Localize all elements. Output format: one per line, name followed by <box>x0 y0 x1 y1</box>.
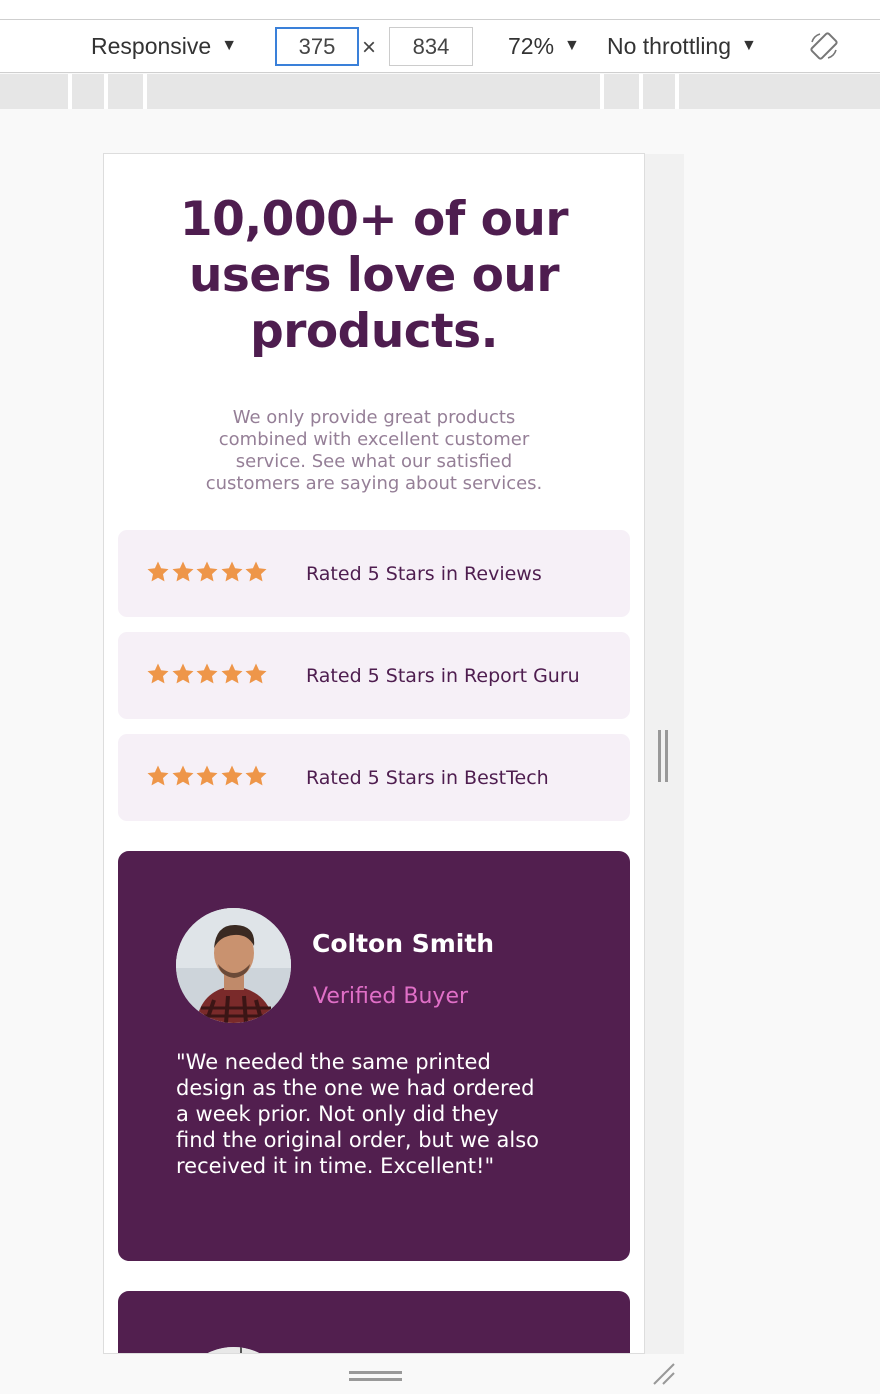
star-rating <box>146 662 269 686</box>
browser-top-strip <box>0 0 880 20</box>
page-title: 10,000+ of our users love our products. <box>104 192 644 360</box>
star-rating <box>146 764 269 788</box>
media-query-divider <box>639 74 643 109</box>
media-query-divider <box>68 74 72 109</box>
device-select[interactable]: Responsive ▼ <box>91 20 237 72</box>
star-icon <box>172 765 193 786</box>
chevron-down-icon: ▼ <box>741 37 757 54</box>
star-icon <box>221 765 242 786</box>
star-icon <box>245 663 267 684</box>
reviewer-name: Colton Smith <box>312 929 495 958</box>
testimonial-quote: "We needed the same printed design as th… <box>176 1049 596 1179</box>
testimonial-card: Colton Smith Verified Buyer "We needed t… <box>118 851 630 1261</box>
throttle-select[interactable]: No throttling ▼ <box>607 20 757 72</box>
rating-card-reviews: Rated 5 Stars in Reviews <box>118 530 630 617</box>
media-query-divider <box>104 74 108 109</box>
rating-card-report-guru: Rated 5 Stars in Report Guru <box>118 632 630 719</box>
star-icon <box>245 561 267 582</box>
star-icon <box>221 561 242 582</box>
viewport-resize-handle-right[interactable] <box>657 730 669 782</box>
description-line: combined with excellent customer <box>218 429 530 450</box>
testimonial-card <box>118 1291 630 1353</box>
description-line: We only provide great products <box>232 407 516 428</box>
dimension-separator: × <box>362 34 377 61</box>
media-query-bar[interactable] <box>0 74 880 109</box>
title-line: users love our <box>188 248 560 303</box>
resize-corner-icon[interactable] <box>650 1360 678 1388</box>
star-icon <box>196 765 218 786</box>
star-icon <box>172 663 193 684</box>
star-icon <box>245 765 267 786</box>
rating-card-besttech: Rated 5 Stars in BestTech <box>118 734 630 821</box>
reviewer-avatar <box>176 1347 291 1353</box>
rating-label: Rated 5 Stars in Reviews <box>306 562 542 585</box>
star-icon <box>147 561 169 582</box>
device-label: Responsive <box>91 32 212 59</box>
description-line: customers are saying about services. <box>205 473 543 494</box>
description-line: service. See what our satisfied <box>235 451 513 472</box>
devtools-device-toolbar: Responsive ▼ 375 × 834 72% ▼ No throttli… <box>0 20 880 73</box>
reviewer-avatar <box>176 908 291 1023</box>
quote-line: design as the one we had ordered <box>176 1076 535 1100</box>
title-line: 10,000+ of our <box>179 192 569 247</box>
media-query-divider <box>600 74 604 109</box>
rating-label: Rated 5 Stars in Report Guru <box>306 664 580 687</box>
star-icon <box>196 663 218 684</box>
throttle-label: No throttling <box>607 32 732 59</box>
star-icon <box>172 561 193 582</box>
height-input[interactable]: 834 <box>389 27 473 66</box>
quote-line: a week prior. Not only did they <box>176 1102 499 1126</box>
zoom-label: 72% <box>508 32 555 59</box>
zoom-select[interactable]: 72% ▼ <box>508 20 580 72</box>
star-icon <box>147 663 169 684</box>
quote-line: "We needed the same printed <box>176 1050 491 1074</box>
chevron-down-icon: ▼ <box>564 37 580 54</box>
page-description: We only provide great products combined … <box>184 407 564 495</box>
width-input[interactable]: 375 <box>275 27 359 66</box>
rating-label: Rated 5 Stars in BestTech <box>306 766 549 789</box>
quote-line: received it in time. Excellent!" <box>176 1154 495 1178</box>
device-viewport: 10,000+ of our users love our products. … <box>103 153 645 1354</box>
media-query-divider <box>675 74 679 109</box>
rotate-device-icon[interactable] <box>808 30 840 62</box>
media-query-divider <box>143 74 147 109</box>
star-rating <box>146 560 269 584</box>
star-icon <box>147 765 169 786</box>
star-icon <box>196 561 218 582</box>
chevron-down-icon: ▼ <box>221 37 238 54</box>
verified-badge: Verified Buyer <box>313 984 469 1009</box>
viewport-resize-handle-bottom[interactable] <box>349 1370 402 1382</box>
quote-line: find the original order, but we also <box>176 1128 540 1152</box>
star-icon <box>221 663 242 684</box>
title-line: products. <box>250 304 498 359</box>
